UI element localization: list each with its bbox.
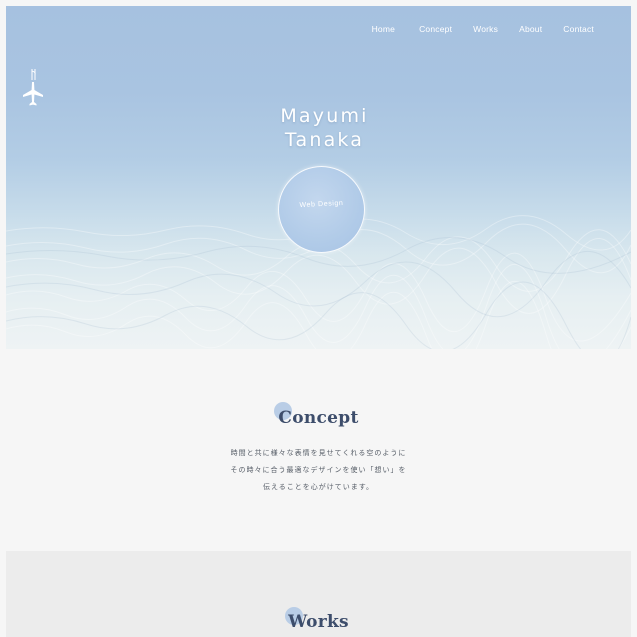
nav-home[interactable]: Home	[372, 24, 395, 34]
nav-contact[interactable]: Contact	[563, 24, 594, 34]
nav-concept[interactable]: Concept	[419, 24, 452, 34]
concept-line-2: その時々に合う最適なデザインを使い「想い」を	[230, 466, 407, 474]
nav-works[interactable]: Works	[473, 24, 498, 34]
web-design-badge: Web Design	[278, 166, 365, 253]
name-last: Tanaka	[284, 129, 365, 151]
site-owner-name: Mayumi Tanaka	[6, 104, 631, 152]
badge-label: Web Design	[299, 199, 344, 210]
top-navigation: Home Concept Works About Contact	[372, 24, 631, 34]
name-first: Mayumi	[280, 105, 369, 127]
nav-about[interactable]: About	[519, 24, 542, 34]
concept-text: 時間と共に様々な表情を見せてくれる空のように その時々に合う最適なデザインを使い…	[0, 445, 637, 496]
concept-heading: Concept	[278, 408, 359, 428]
concept-line-1: 時間と共に様々な表情を見せてくれる空のように	[230, 449, 407, 457]
hero-section: Home Concept Works About Contact Mayumi …	[6, 6, 631, 349]
concept-line-3: 伝えることを心がけています。	[262, 483, 375, 491]
concept-section: Concept 時間と共に様々な表情を見せてくれる空のように その時々に合う最適…	[0, 349, 637, 551]
works-section: Works	[6, 551, 631, 637]
works-heading: Works	[288, 612, 349, 632]
